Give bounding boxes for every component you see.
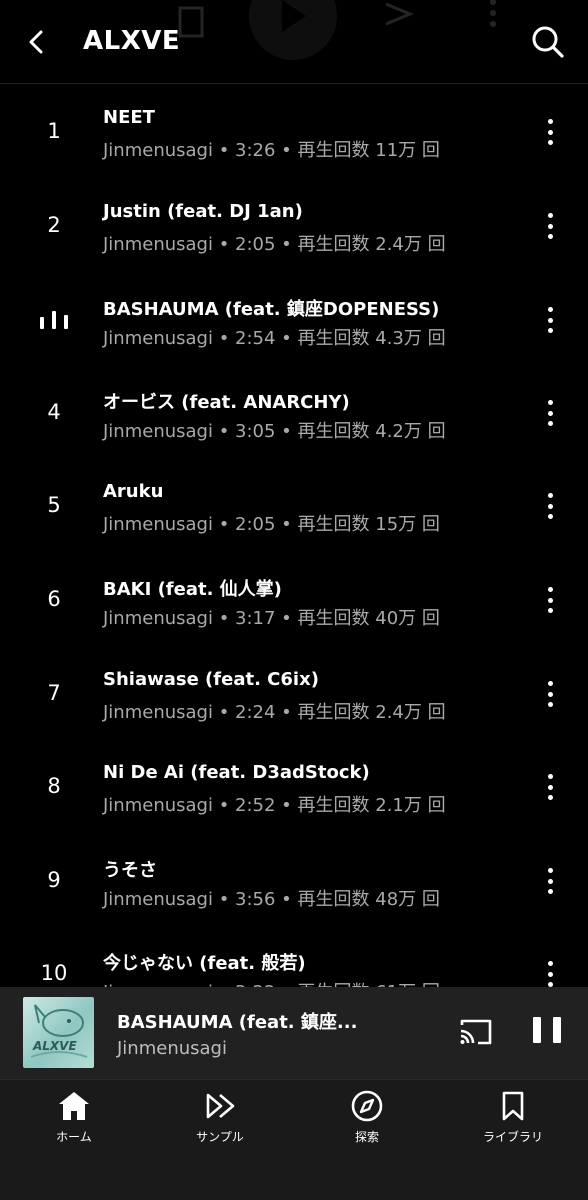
track-meta: Jinmenusagi • 2:54 • 再生回数 4.3万 回: [103, 328, 446, 349]
more-options-button[interactable]: [536, 866, 564, 896]
track-title: NEET: [103, 107, 155, 128]
search-icon: [532, 26, 564, 58]
track-meta: Jinmenusagi • 3:05 • 再生回数 4.2万 回: [103, 421, 446, 442]
search-button[interactable]: [530, 24, 566, 60]
app-header: ALXVE: [0, 0, 588, 84]
chevron-left-icon: [29, 30, 43, 54]
nav-home[interactable]: ホーム: [19, 1090, 129, 1145]
album-art-dog-illustration: [30, 1004, 88, 1058]
album-art-text: ALXVE: [33, 1039, 77, 1053]
more-options-button[interactable]: [536, 211, 564, 241]
track-row[interactable]: 1 NEET Jinmenusagi • 3:26 • 再生回数 11万 回: [0, 85, 588, 179]
track-title: Aruku: [103, 481, 164, 502]
track-number: 9: [47, 868, 61, 892]
track-number: 5: [47, 493, 61, 517]
more-options-button[interactable]: [536, 491, 564, 521]
track-meta: Jinmenusagi • 2:24 • 再生回数 2.4万 回: [103, 702, 446, 723]
samples-icon: [206, 1093, 235, 1119]
library-icon: [502, 1091, 524, 1121]
more-options-button[interactable]: [536, 959, 564, 987]
track-title: 今じゃない (feat. 般若): [103, 953, 306, 974]
track-meta: Jinmenusagi • 3:26 • 再生回数 11万 回: [103, 140, 440, 161]
nav-label: ライブラリ: [482, 1130, 543, 1144]
nav-library[interactable]: ライブラリ: [458, 1090, 568, 1145]
now-playing-artist: Jinmenusagi: [117, 1038, 227, 1059]
track-meta: Jinmenusagi • 3:56 • 再生回数 48万 回: [103, 889, 440, 910]
track-number: 7: [47, 681, 61, 705]
compass-icon: [351, 1090, 383, 1122]
track-row[interactable]: 7 Shiawase (feat. C6ix) Jinmenusagi • 2:…: [0, 647, 588, 741]
back-button[interactable]: [20, 24, 52, 60]
track-row[interactable]: 10 今じゃない (feat. 般若) Jinmenusagi • 3:22 •…: [0, 927, 588, 987]
track-number: 1: [47, 119, 61, 143]
track-number: 10: [40, 961, 68, 985]
pause-icon: [533, 1017, 541, 1043]
track-row[interactable]: 9 うそさ Jinmenusagi • 3:56 • 再生回数 48万 回: [0, 834, 588, 928]
album-art[interactable]: ALXVE: [23, 997, 94, 1068]
track-title: Ni De Ai (feat. D3adStock): [103, 762, 370, 783]
track-list: 1 NEET Jinmenusagi • 3:26 • 再生回数 11万 回 2…: [0, 85, 588, 987]
bottom-navigation: ホーム サンプル 探索 ライブラリ: [0, 1079, 588, 1200]
now-playing-equalizer-icon: [40, 309, 68, 329]
more-options-button[interactable]: [536, 585, 564, 615]
nav-label: ホーム: [56, 1130, 92, 1144]
track-row[interactable]: 2 Justin (feat. DJ 1an) Jinmenusagi • 2:…: [0, 179, 588, 273]
cast-icon: [460, 1019, 492, 1045]
track-title: うそさ: [103, 860, 157, 881]
track-title: BASHAUMA (feat. 鎮座DOPENESS): [103, 299, 440, 320]
more-options-button[interactable]: [536, 679, 564, 709]
page-title: ALXVE: [83, 26, 181, 56]
cast-button[interactable]: [458, 1017, 494, 1047]
now-playing-title: BASHAUMA (feat. 鎮座...: [117, 1012, 358, 1033]
nav-label: サンプル: [196, 1130, 244, 1144]
track-row[interactable]: 6 BAKI (feat. 仙人掌) Jinmenusagi • 3:17 • …: [0, 553, 588, 647]
track-row[interactable]: 5 Aruku Jinmenusagi • 2:05 • 再生回数 15万 回: [0, 459, 588, 553]
home-icon: [59, 1092, 89, 1120]
mini-player[interactable]: ALXVE BASHAUMA (feat. 鎮座... Jinmenusagi: [0, 987, 588, 1079]
more-options-button[interactable]: [536, 398, 564, 428]
track-row-now-playing[interactable]: BASHAUMA (feat. 鎮座DOPENESS) Jinmenusagi …: [0, 273, 588, 367]
track-title: Shiawase (feat. C6ix): [103, 669, 319, 690]
track-number: 6: [47, 587, 61, 611]
track-title: オービス (feat. ANARCHY): [103, 392, 350, 413]
track-number: 8: [47, 774, 61, 798]
track-number: 2: [47, 213, 61, 237]
track-meta: Jinmenusagi • 2:52 • 再生回数 2.1万 回: [103, 795, 446, 816]
nav-explore[interactable]: 探索: [312, 1090, 422, 1145]
more-options-button[interactable]: [536, 772, 564, 802]
more-options-button[interactable]: [536, 117, 564, 147]
track-meta: Jinmenusagi • 3:22 • 再生回数 61万 回: [103, 978, 440, 987]
track-title: BAKI (feat. 仙人掌): [103, 579, 282, 600]
track-title: Justin (feat. DJ 1an): [103, 201, 303, 222]
nav-samples[interactable]: サンプル: [165, 1090, 275, 1145]
nav-label: 探索: [354, 1130, 379, 1144]
track-number: 4: [47, 400, 61, 424]
more-options-button[interactable]: [536, 305, 564, 335]
track-row[interactable]: 8 Ni De Ai (feat. D3adStock) Jinmenusagi…: [0, 740, 588, 834]
track-meta: Jinmenusagi • 2:05 • 再生回数 15万 回: [103, 514, 440, 535]
track-meta: Jinmenusagi • 2:05 • 再生回数 2.4万 回: [103, 234, 446, 255]
pause-button[interactable]: [533, 1017, 561, 1047]
track-row[interactable]: 4 オービス (feat. ANARCHY) Jinmenusagi • 3:0…: [0, 366, 588, 460]
track-meta: Jinmenusagi • 3:17 • 再生回数 40万 回: [103, 608, 440, 629]
